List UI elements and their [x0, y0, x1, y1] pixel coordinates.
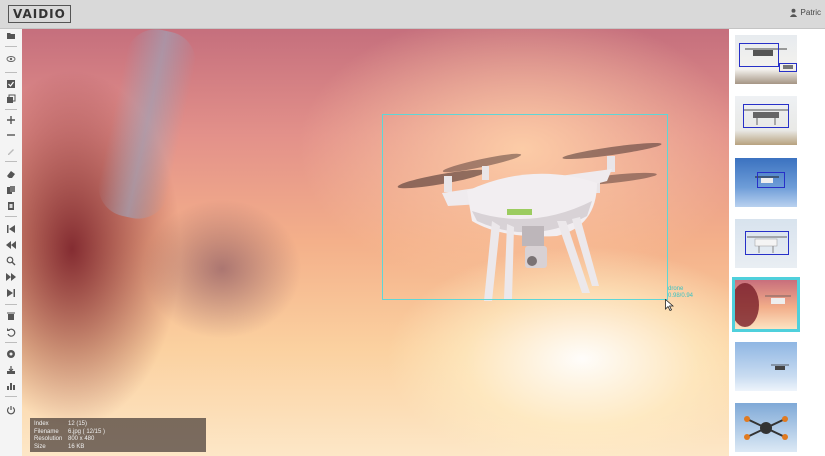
skip-first-icon[interactable]: [6, 224, 16, 234]
rewind-icon[interactable]: [6, 240, 16, 250]
model-icon[interactable]: [6, 349, 16, 359]
search-icon[interactable]: [6, 256, 16, 266]
blurred-controller: [142, 199, 302, 339]
image-viewer[interactable]: drone 0.98/0.94 Index 12 (15) Filename 6.j…: [22, 29, 729, 456]
detection-bounding-box[interactable]: [382, 114, 668, 300]
user-icon: [789, 8, 797, 17]
pen-icon[interactable]: [6, 146, 16, 156]
power-icon[interactable]: [6, 405, 16, 415]
fast-forward-icon[interactable]: [6, 272, 16, 282]
detection-label: drone 0.98/0.94: [668, 286, 694, 299]
remove-icon[interactable]: [6, 130, 16, 140]
copy-icon[interactable]: [6, 94, 16, 104]
left-toolbar: [0, 29, 22, 456]
thumbnail[interactable]: [735, 403, 797, 452]
delete-icon[interactable]: [6, 311, 16, 321]
add-icon[interactable]: [6, 115, 16, 125]
image-info-panel: Index 12 (15) Filename 6.jpg ( 12/15 ) Res…: [30, 418, 206, 452]
thumbnail[interactable]: [735, 96, 797, 145]
copy-boxes-icon[interactable]: [6, 185, 16, 195]
top-bar: VAIDIO Patric: [0, 0, 825, 29]
thumbnail[interactable]: [735, 219, 797, 268]
thumbnail-strip: [729, 29, 825, 456]
app-logo: VAIDIO: [8, 5, 71, 23]
eraser-icon[interactable]: [6, 169, 16, 179]
folder-icon[interactable]: [6, 31, 16, 41]
paste-boxes-icon[interactable]: [6, 201, 16, 211]
user-name: Patric: [800, 8, 821, 17]
user-menu[interactable]: Patric: [789, 8, 821, 17]
eye-icon[interactable]: [6, 54, 16, 64]
mouse-cursor-icon: [665, 299, 674, 311]
chart-icon[interactable]: [6, 381, 16, 391]
thumbnail[interactable]: [735, 35, 797, 84]
thumbnail[interactable]: [735, 158, 797, 207]
undo-icon[interactable]: [6, 327, 16, 337]
thumbnail-selected[interactable]: [732, 277, 800, 332]
skip-last-icon[interactable]: [6, 288, 16, 298]
thumbnail[interactable]: [735, 342, 797, 391]
checkbox-icon[interactable]: [6, 79, 16, 89]
export-icon[interactable]: [6, 365, 16, 375]
